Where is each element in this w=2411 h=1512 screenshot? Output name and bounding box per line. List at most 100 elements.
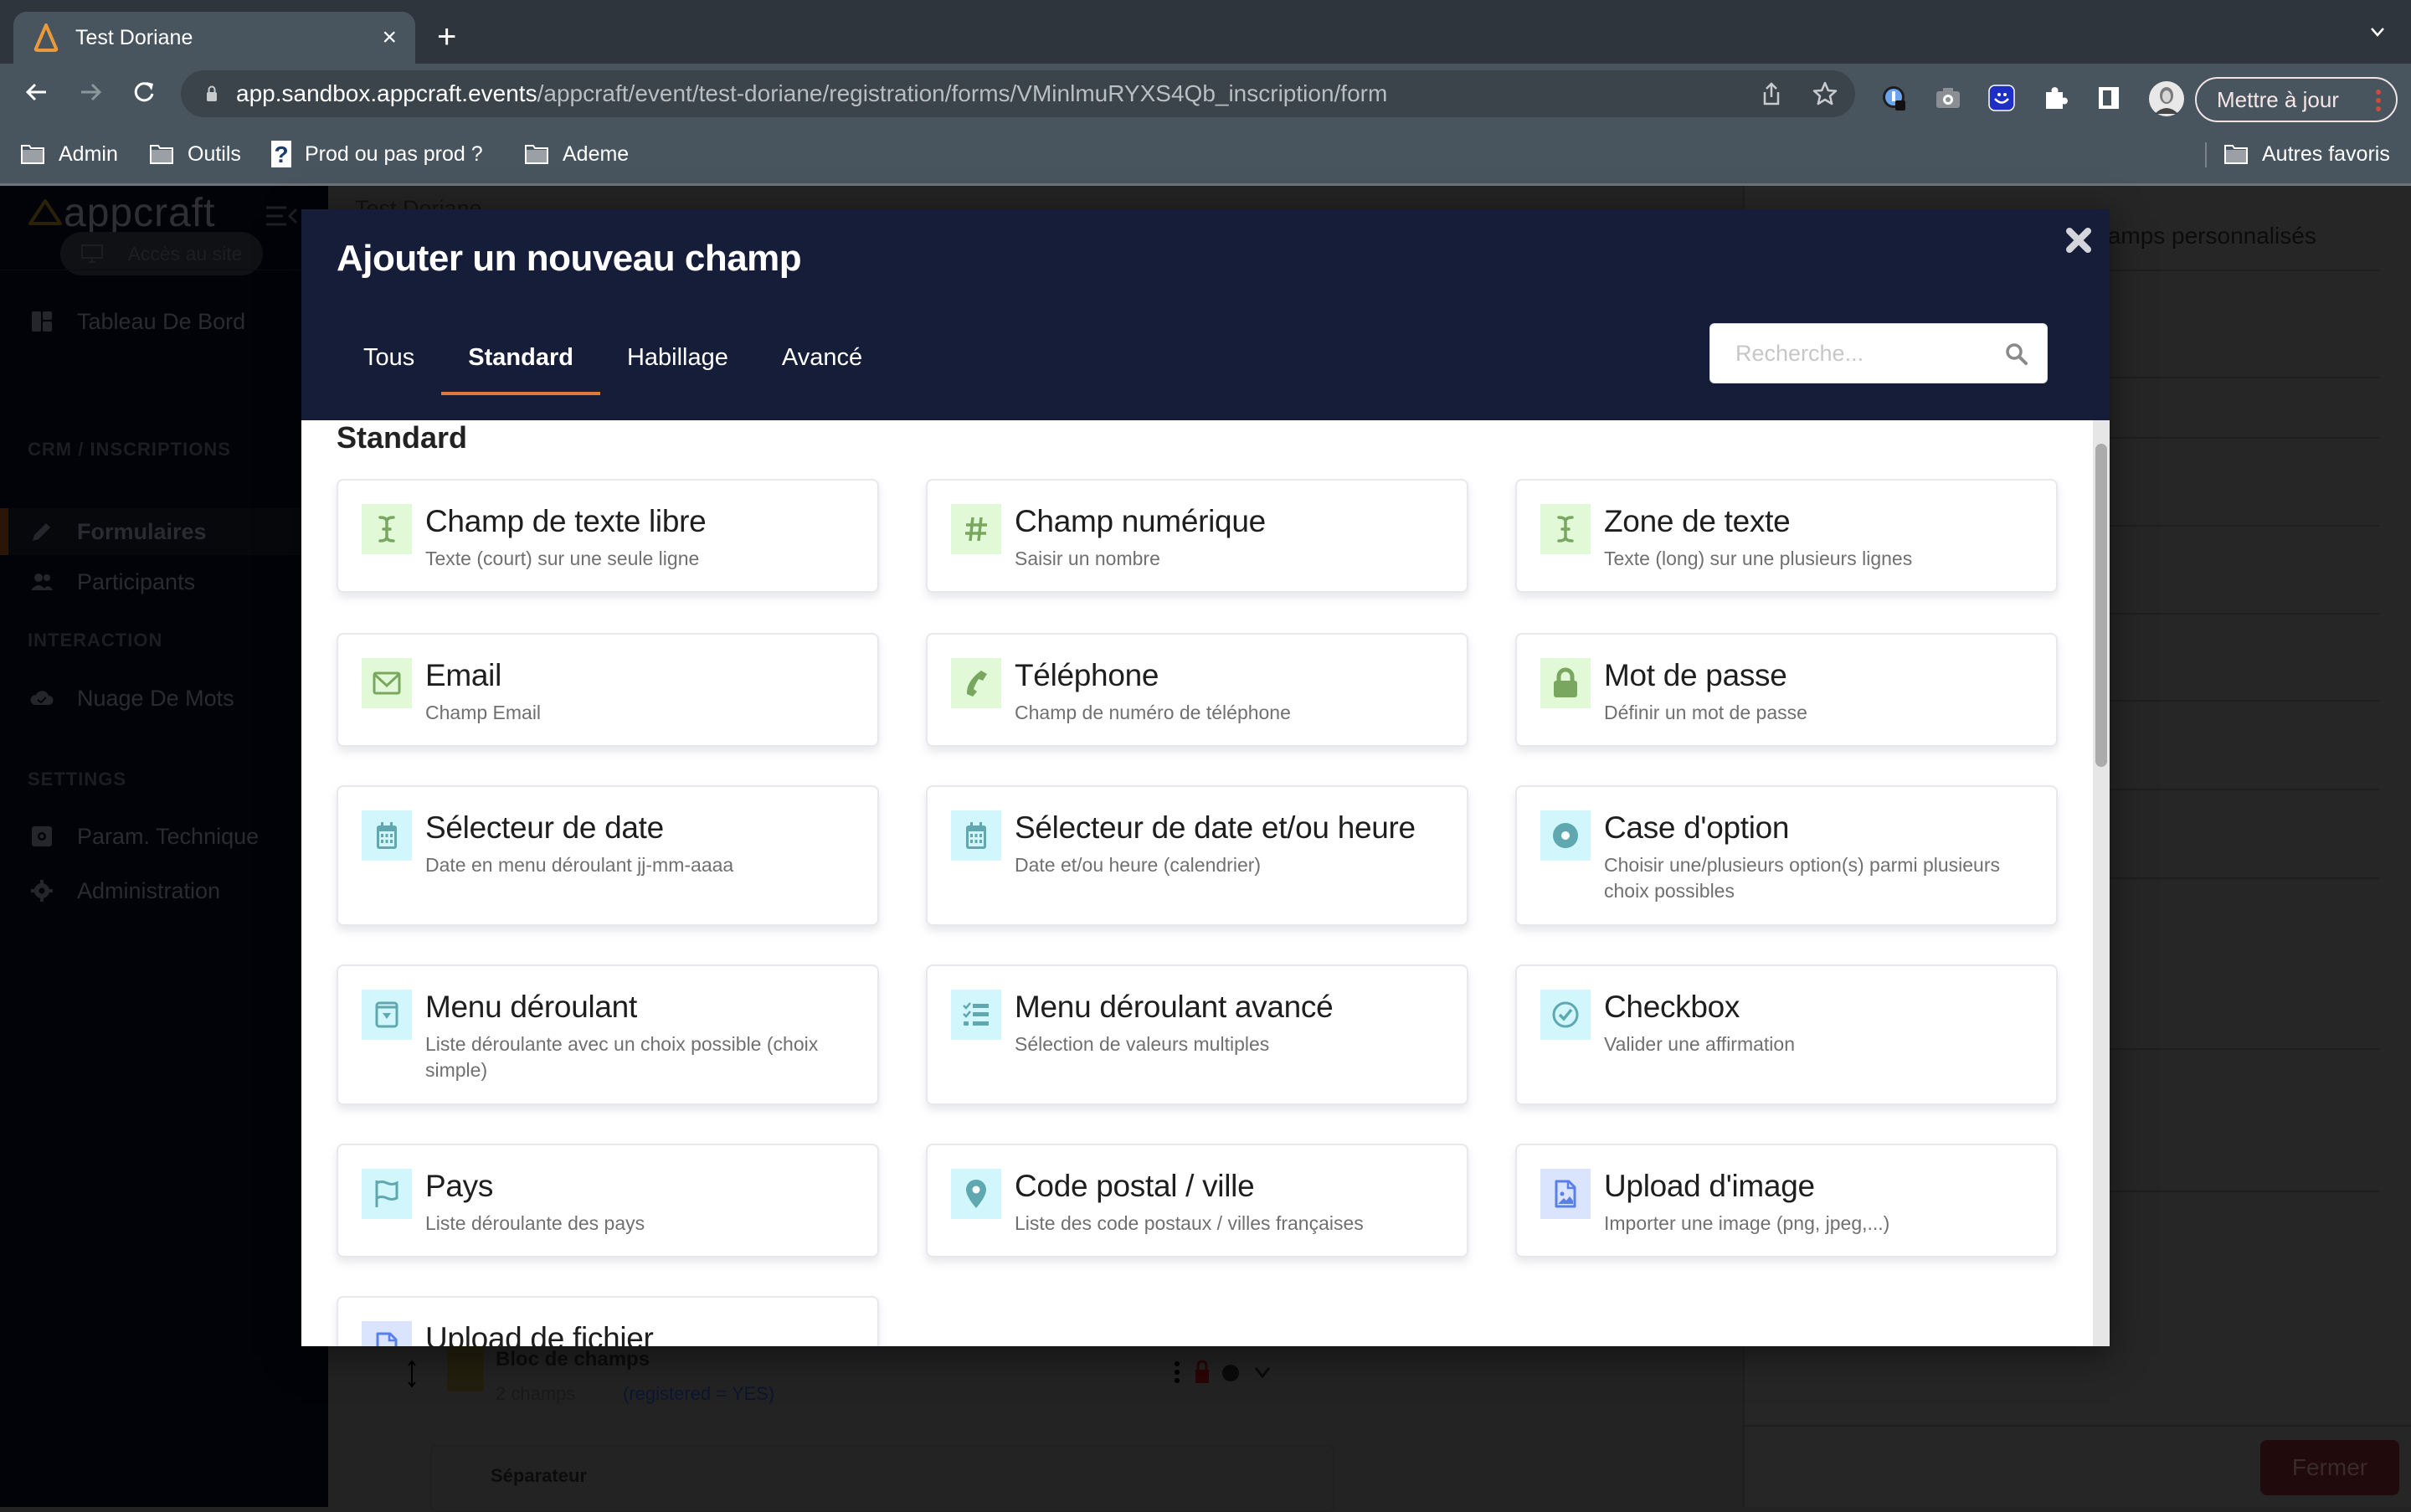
bookmark-prod-ou-pas-prod[interactable]: ? Prod ou pas prod ? (271, 141, 483, 167)
tab-tous[interactable]: Tous (337, 335, 441, 393)
sidebar-item-administration: Administration (0, 864, 301, 918)
arrow-right-icon (81, 83, 102, 101)
modal-scrollbar-thumb[interactable] (2095, 444, 2107, 767)
update-label: Mettre à jour (2217, 86, 2339, 112)
tab-habillage[interactable]: Habillage (600, 335, 755, 393)
modal-tabs: Tous Standard Habillage Avancé (337, 335, 889, 395)
forward-button[interactable] (74, 75, 107, 109)
section-title: Standard (337, 420, 468, 455)
bookmark-outils[interactable]: Outils (149, 141, 241, 167)
card-title: Code postal / ville (1015, 1169, 1255, 1203)
close-panel-button: Fermer (2260, 1440, 2399, 1495)
sidebar-section-interaction: INTERACTION (28, 630, 163, 651)
bookmarks-bar: Admin Outils ? Prod ou pas prod ? Ademe … (0, 122, 2411, 186)
card-desc: Liste déroulante avec un choix possible … (425, 1033, 819, 1081)
bookmark-ademe[interactable]: Ademe (524, 141, 629, 167)
side-panel-icon[interactable] (2095, 84, 2123, 112)
smiley-extension-icon[interactable] (1987, 84, 2016, 112)
card-title: Case d'option (1604, 810, 1790, 845)
field-card-checkbox[interactable]: Checkbox Valider une affirmation (1515, 964, 2058, 1105)
field-card-mot-de-passe[interactable]: Mot de passe Définir un mot de passe (1515, 633, 2058, 747)
field-card-case-option[interactable]: Case d'option Choisir une/plusieurs opti… (1515, 785, 2058, 926)
check-circle-icon (1540, 990, 1591, 1040)
dashboard-icon (32, 311, 52, 332)
calendar-icon (362, 810, 412, 861)
bookmark-label: Prod ou pas prod ? (305, 141, 483, 166)
card-title: Champ numérique (1015, 504, 1266, 538)
address-bar[interactable]: app.sandbox.appcraft.events/appcraft/eve… (181, 70, 1855, 117)
tab-avance[interactable]: Avancé (755, 335, 889, 393)
sidebar-item-label: Administration (77, 877, 221, 903)
field-card-code-postal-ville[interactable]: Code postal / ville Liste des code posta… (926, 1144, 1468, 1257)
bookmark-other-favorites[interactable]: Autres favoris (2223, 141, 2390, 167)
camera-extension-icon[interactable] (1934, 84, 1962, 112)
card-desc: Liste des code postaux / villes français… (1015, 1212, 1364, 1234)
bookmark-label: Outils (188, 141, 241, 166)
card-desc: Date en menu déroulant jj-mm-aaaa (425, 854, 734, 876)
url-host: app.sandbox.appcraft.events (236, 80, 537, 106)
star-icon[interactable] (1812, 80, 1838, 107)
extensions-puzzle-icon[interactable] (2041, 84, 2069, 112)
custom-fields-title: Champs personnalisés (2078, 223, 2316, 249)
field-card-upload-fichier[interactable]: Upload de fichier (337, 1296, 879, 1346)
block-count: 2 champs (496, 1383, 576, 1404)
bookmark-admin[interactable]: Admin (20, 141, 118, 167)
field-card-pays[interactable]: Pays Liste déroulante des pays (337, 1144, 879, 1257)
bookmark-label: Admin (59, 141, 118, 166)
card-desc: Champ Email (425, 702, 542, 723)
block-condition: (registered = YES) (623, 1383, 775, 1404)
card-desc: Champ de numéro de téléphone (1015, 702, 1291, 723)
field-card-selecteur-date[interactable]: Sélecteur de date Date en menu déroulant… (337, 785, 879, 926)
pencil-icon (33, 523, 50, 541)
svg-text:?: ? (274, 141, 288, 167)
field-card-zone-de-texte[interactable]: Zone de texte Texte (long) sur une plusi… (1515, 479, 2058, 593)
folder-icon (150, 145, 173, 164)
field-card-selecteur-date-heure[interactable]: Sélecteur de date et/ou heure Date et/ou… (926, 785, 1468, 926)
sidebar-item-label: Tableau De Bord (77, 308, 246, 334)
card-desc: Valider une affirmation (1604, 1033, 1796, 1055)
hash-icon (951, 504, 1001, 554)
password-manager-extension-icon[interactable] (1880, 84, 1909, 112)
card-title: Champ de texte libre (425, 504, 707, 538)
monitor-icon (80, 244, 103, 263)
tab-search-chevron-icon[interactable] (2369, 23, 2386, 40)
field-card-menu-deroulant[interactable]: Menu déroulant Liste déroulante avec un … (337, 964, 879, 1105)
card-desc: Liste déroulante des pays (425, 1212, 645, 1234)
modal-header: Ajouter un nouveau champ Tous Standard H… (301, 209, 2110, 420)
settings-box-icon (32, 826, 52, 846)
modal-body: Standard Champ de texte libre Texte (cou… (301, 420, 2093, 1346)
field-card-menu-deroulant-avance[interactable]: Menu déroulant avancé Sélection de valeu… (926, 964, 1468, 1105)
radio-icon (1540, 810, 1591, 861)
search-icon[interactable] (2005, 342, 2028, 366)
sidebar-section-crm: CRM / INSCRIPTIONS (28, 439, 231, 460)
browser-tab[interactable]: Test Doriane × (13, 12, 415, 64)
drag-handle-icon (408, 1360, 416, 1388)
tab-close-icon[interactable]: × (382, 23, 397, 52)
share-icon[interactable] (1758, 80, 1785, 107)
menu-collapse-icon (266, 206, 298, 226)
new-tab-button[interactable]: + (437, 20, 456, 54)
url-path: /appcraft/event/test-doriane/registratio… (537, 80, 1388, 106)
update-chrome-button[interactable]: Mettre à jour (2195, 77, 2398, 122)
panel-divider (1743, 1425, 2411, 1427)
tab-standard[interactable]: Standard (441, 335, 600, 395)
search-field (1709, 323, 2048, 383)
gear-icon (31, 880, 53, 902)
close-icon[interactable] (2064, 226, 2093, 255)
field-card-champ-numerique[interactable]: Champ numérique Saisir un nombre (926, 479, 1468, 593)
card-desc: Sélection de valeurs multiples (1015, 1033, 1270, 1055)
field-card-telephone[interactable]: Téléphone Champ de numéro de téléphone (926, 633, 1468, 747)
reload-button[interactable] (127, 75, 161, 109)
search-input[interactable] (1710, 324, 1995, 383)
field-card-champ-texte-libre[interactable]: Champ de texte libre Texte (court) sur u… (337, 479, 879, 593)
block-child-title: Séparateur (491, 1465, 587, 1486)
card-desc: Importer une image (png, jpeg,...) (1604, 1212, 1890, 1234)
profile-avatar[interactable] (2148, 80, 2185, 117)
back-button[interactable] (20, 75, 54, 109)
field-card-upload-image[interactable]: Upload d'image Importer une image (png, … (1515, 1144, 2058, 1257)
sidebar: appcraft Accès au site Tableau De Bord C… (0, 186, 328, 1507)
field-card-email[interactable]: Email Champ Email (337, 633, 879, 747)
map-pin-icon (951, 1169, 1001, 1219)
sidebar-item-label: Participants (77, 568, 196, 594)
bookmarks-divider (2205, 142, 2207, 167)
